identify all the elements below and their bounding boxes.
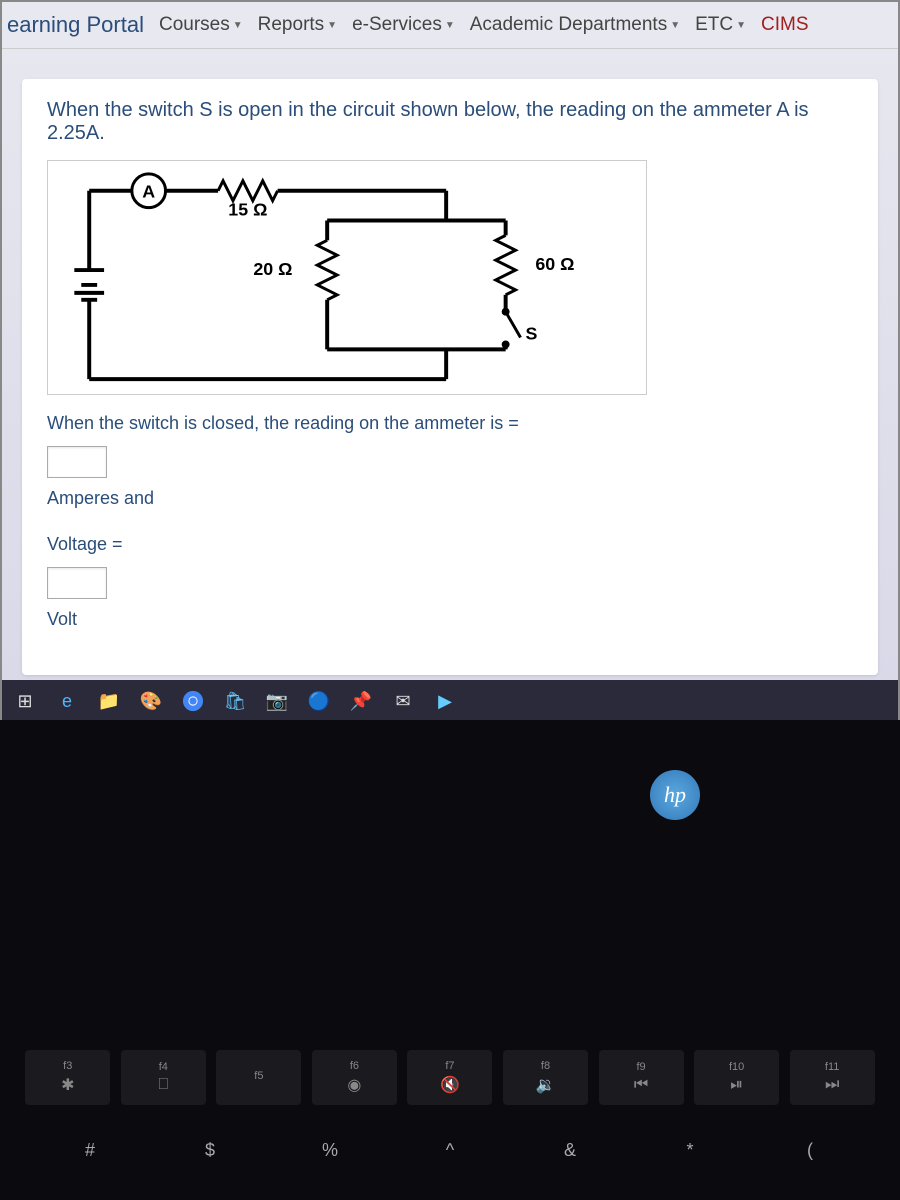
laptop-bezel xyxy=(0,720,900,1200)
camera-icon[interactable]: 📷 xyxy=(262,686,292,716)
f3-key[interactable]: f3✱ xyxy=(25,1050,110,1105)
question-intro: When the switch S is open in the circuit… xyxy=(47,99,853,145)
paint-icon[interactable]: 🎨 xyxy=(136,686,166,716)
app-icon[interactable]: 🔵 xyxy=(304,686,334,716)
svg-text:60 Ω: 60 Ω xyxy=(535,254,574,274)
caret-down-icon: ▼ xyxy=(445,20,455,31)
f10-key[interactable]: f10⏯ xyxy=(694,1050,779,1105)
caret-down-icon: ▼ xyxy=(736,20,746,31)
f5-key[interactable]: f5 xyxy=(216,1050,301,1105)
nav-eservices[interactable]: e-Services ▼ xyxy=(352,14,455,36)
amperes-label: Amperes and xyxy=(47,488,853,509)
media-icon[interactable]: ▶ xyxy=(430,686,460,716)
nav-etc[interactable]: ETC ▼ xyxy=(695,14,746,36)
caret-down-icon: ▼ xyxy=(670,20,680,31)
mute-icon: ◉ xyxy=(347,1075,361,1095)
svg-text:S: S xyxy=(525,323,537,343)
voltage-label: Voltage = xyxy=(47,534,853,555)
nav-courses[interactable]: Courses ▼ xyxy=(159,14,243,36)
task-view-icon[interactable]: ⊞ xyxy=(10,686,40,716)
portal-brand[interactable]: earning Portal xyxy=(7,12,144,38)
question-panel: When the switch S is open in the circuit… xyxy=(22,79,878,675)
f7-key[interactable]: f7🔇 xyxy=(407,1050,492,1105)
circuit-diagram: A 15 Ω 20 Ω 60 Ω xyxy=(47,160,647,395)
closed-switch-prompt: When the switch is closed, the reading o… xyxy=(47,413,853,434)
percent-key[interactable]: % xyxy=(290,1140,370,1161)
dollar-key[interactable]: $ xyxy=(170,1140,250,1161)
number-key-row: # $ % ^ & * ( xyxy=(0,1140,900,1161)
paren-key[interactable]: ( xyxy=(770,1140,850,1161)
hash-key[interactable]: # xyxy=(50,1140,130,1161)
vol-down-icon: 🔇 xyxy=(440,1075,460,1095)
ammeter-label: A xyxy=(142,182,155,202)
brightness-icon: ✱ xyxy=(61,1075,74,1095)
caret-down-icon: ▼ xyxy=(327,20,337,31)
f4-key[interactable]: f4⎕ xyxy=(121,1050,206,1105)
caret-down-icon: ▼ xyxy=(233,20,243,31)
svg-text:15 Ω: 15 Ω xyxy=(228,200,267,220)
f11-key[interactable]: f11⏭ xyxy=(790,1050,875,1105)
display-icon: ⎕ xyxy=(159,1076,169,1094)
f6-key[interactable]: f6◉ xyxy=(312,1050,397,1105)
star-key[interactable]: * xyxy=(650,1140,730,1161)
prev-icon: ⏮ xyxy=(634,1076,648,1094)
chrome-icon[interactable] xyxy=(178,686,208,716)
vol-up-icon: 🔉 xyxy=(536,1075,556,1095)
f8-key[interactable]: f8🔉 xyxy=(503,1050,588,1105)
volt-label: Volt xyxy=(47,609,853,630)
nav-academic[interactable]: Academic Departments ▼ xyxy=(470,14,680,36)
voltage-answer-input[interactable] xyxy=(47,567,107,599)
file-explorer-icon[interactable]: 📁 xyxy=(94,686,124,716)
pin-icon[interactable]: 📌 xyxy=(346,686,376,716)
nav-reports[interactable]: Reports ▼ xyxy=(258,14,337,36)
next-icon: ⏭ xyxy=(825,1076,839,1094)
svg-text:20 Ω: 20 Ω xyxy=(253,259,292,279)
ammeter-answer-input[interactable] xyxy=(47,446,107,478)
function-key-row: f3✱ f4⎕ f5 f6◉ f7🔇 f8🔉 f9⏮ f10⏯ f11⏭ xyxy=(0,1050,900,1105)
windows-taskbar[interactable]: ⊞ e 📁 🎨 🛍 📷 🔵 📌 ✉ ▶ xyxy=(2,680,898,722)
screen-area: earning Portal Courses ▼ Reports ▼ e-Ser… xyxy=(0,0,900,720)
amp-key[interactable]: & xyxy=(530,1140,610,1161)
store-icon[interactable]: 🛍 xyxy=(220,686,250,716)
top-navbar: earning Portal Courses ▼ Reports ▼ e-Ser… xyxy=(2,2,898,49)
caret-key[interactable]: ^ xyxy=(410,1140,490,1161)
mail-icon[interactable]: ✉ xyxy=(388,686,418,716)
f9-key[interactable]: f9⏮ xyxy=(599,1050,684,1105)
hp-logo: hp xyxy=(650,770,700,820)
edge-icon[interactable]: e xyxy=(52,686,82,716)
nav-cims[interactable]: CIMS xyxy=(761,14,809,36)
play-icon: ⏯ xyxy=(730,1076,743,1094)
